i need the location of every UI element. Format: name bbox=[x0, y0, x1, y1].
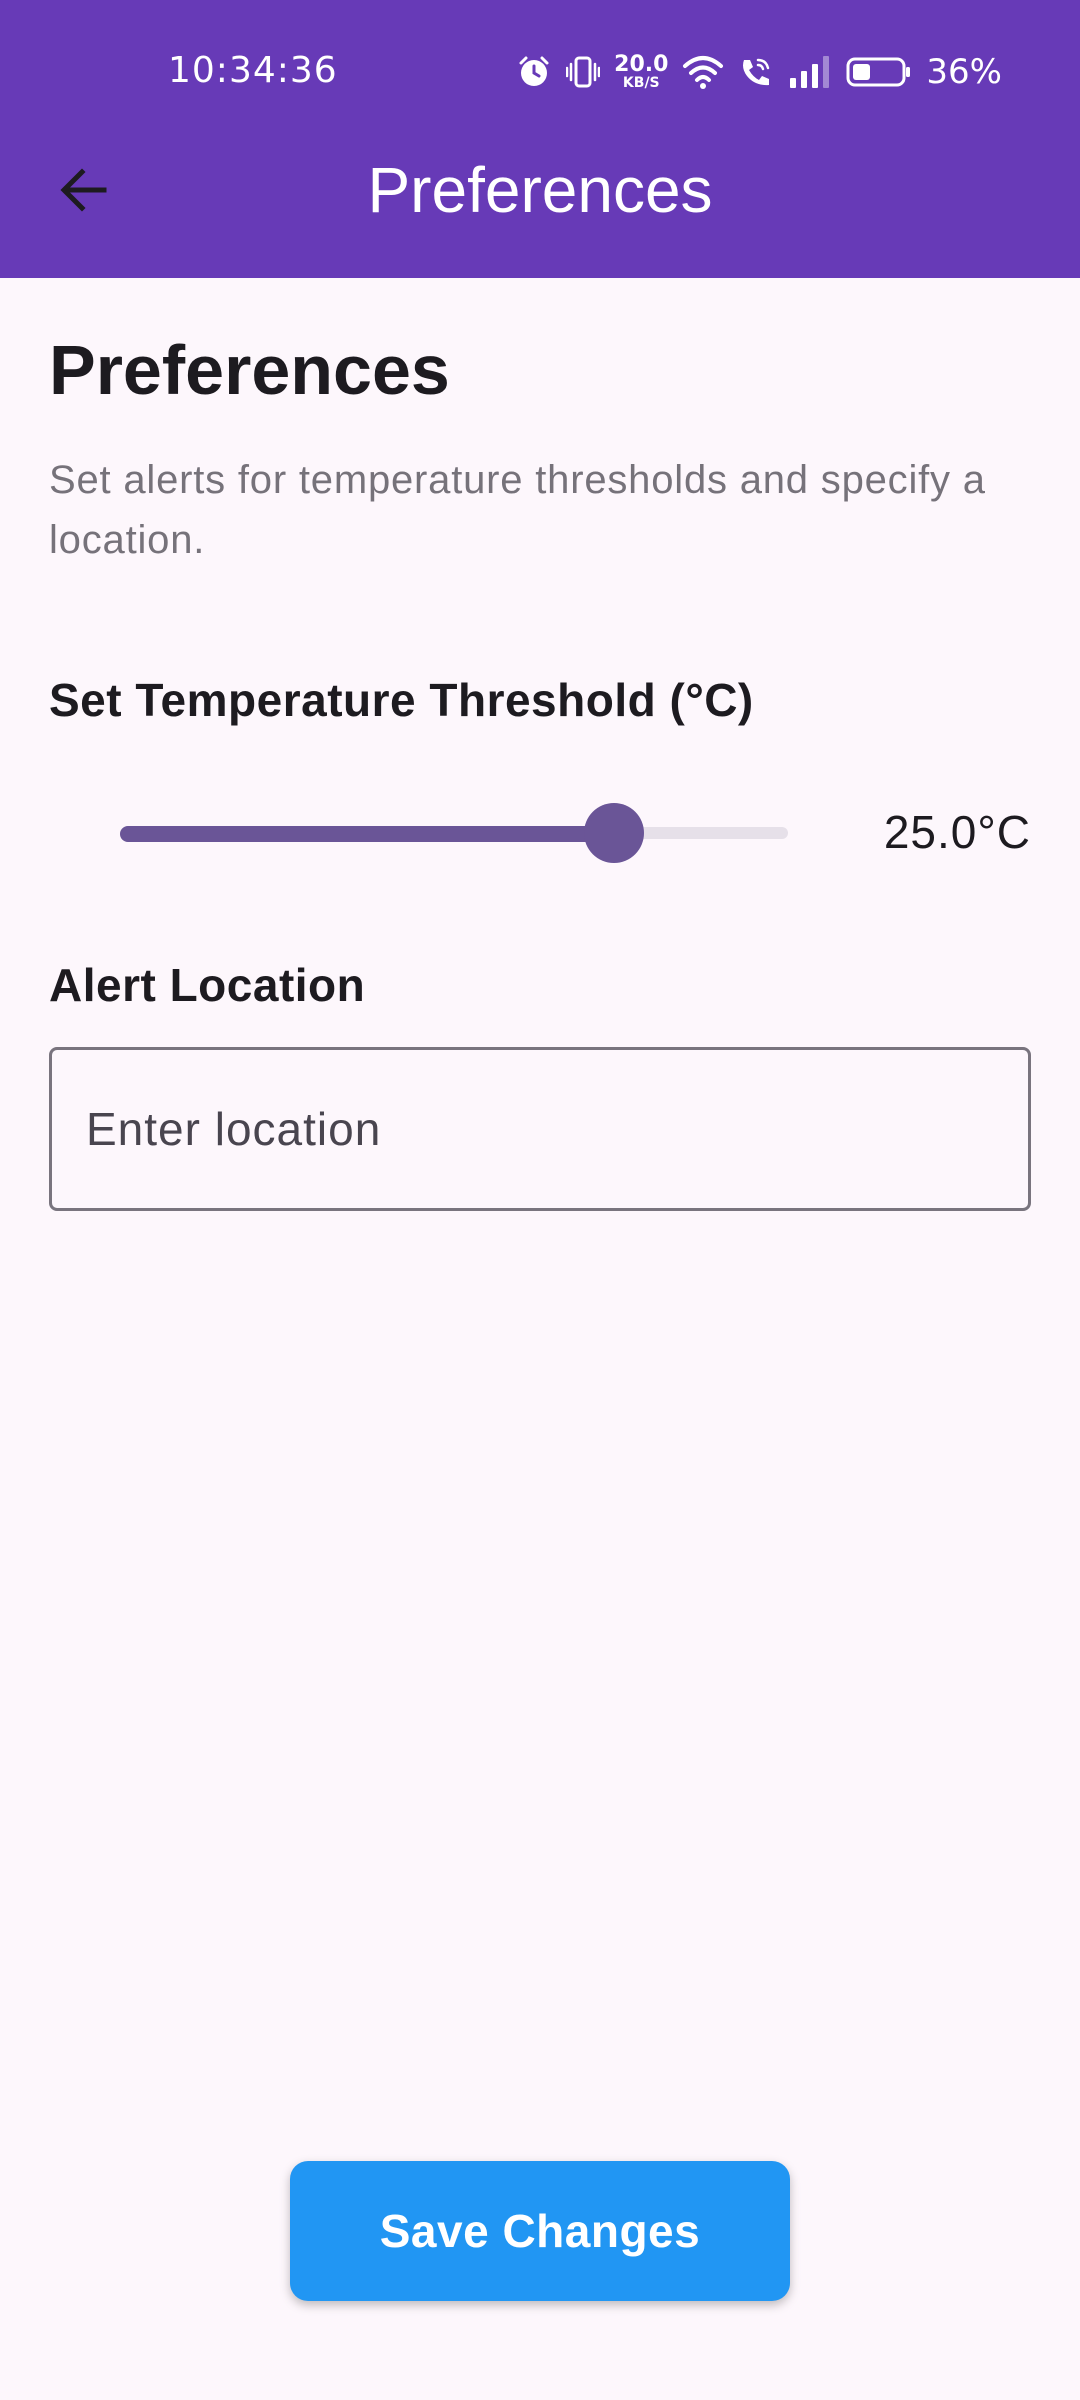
alert-location-label: Alert Location bbox=[49, 959, 366, 1011]
net-speed: 20.0 KB/S bbox=[614, 52, 669, 91]
vibrate-icon bbox=[566, 54, 601, 90]
page-description: Set alerts for temperature thresholds an… bbox=[49, 458, 986, 562]
alarm-icon bbox=[516, 54, 552, 90]
app-bar: 10:34:36 20.0 KB/S 36% Preferences bbox=[0, 0, 1080, 278]
app-bar-title: Preferences bbox=[367, 154, 713, 226]
temperature-threshold-slider[interactable] bbox=[120, 800, 788, 866]
net-speed-value: 20.0 bbox=[614, 52, 669, 77]
slider-thumb[interactable] bbox=[584, 803, 644, 863]
signal-icon bbox=[788, 54, 832, 90]
location-input[interactable] bbox=[49, 1047, 1031, 1211]
page-title: Preferences bbox=[49, 331, 450, 409]
battery-percent: 36% bbox=[926, 52, 1002, 92]
threshold-value: 25.0°C bbox=[883, 806, 1031, 858]
wifi-icon bbox=[682, 54, 724, 90]
slider-active-track bbox=[120, 826, 614, 842]
wifi-call-icon bbox=[738, 54, 774, 90]
status-time: 10:34:36 bbox=[168, 50, 338, 91]
net-speed-unit: KB/S bbox=[622, 75, 660, 91]
status-icons: 20.0 KB/S 36% bbox=[516, 48, 1002, 96]
threshold-label: Set Temperature Threshold (°C) bbox=[49, 674, 754, 726]
battery-icon bbox=[846, 54, 912, 90]
save-changes-button[interactable]: Save Changes bbox=[290, 2161, 790, 2301]
